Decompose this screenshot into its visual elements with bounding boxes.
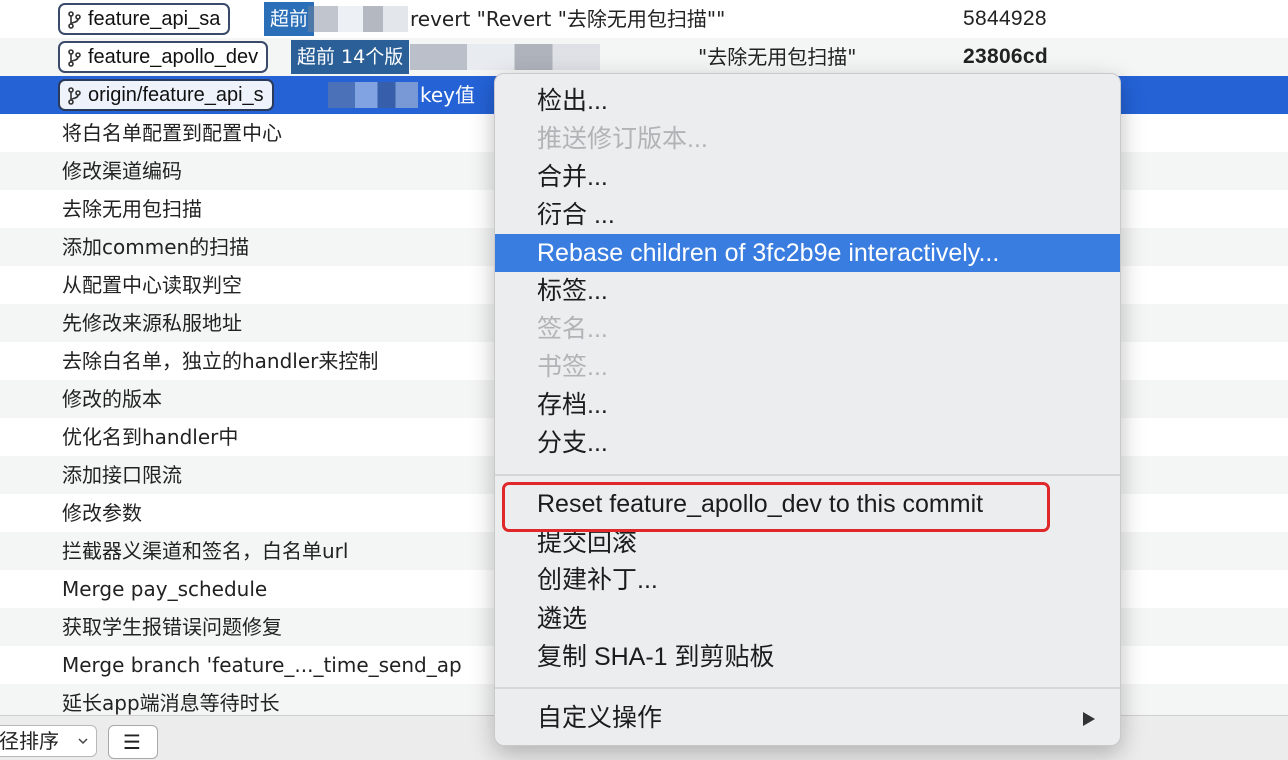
commit-row[interactable]: feature_api_sa 超前 revert "Revert "去除无用包扫…: [0, 0, 1288, 38]
menu-item-push-revision[interactable]: 推送修订版本...: [495, 120, 1120, 158]
menu-item-cherry-pick[interactable]: 遴选: [495, 600, 1120, 638]
branch-icon: [68, 87, 81, 105]
branch-label[interactable]: feature_api_sa: [58, 3, 231, 35]
commit-message: 添加commen的扫描: [62, 235, 250, 259]
menu-item-archive[interactable]: 存档...: [495, 386, 1120, 424]
sort-order-select[interactable]: 径排序: [0, 725, 97, 757]
menu-item-sign[interactable]: 签名...: [495, 310, 1120, 348]
commit-message: revert "Revert "去除无用包扫描"": [410, 7, 726, 31]
commit-message: 优化名到handler中: [62, 425, 239, 449]
menu-item-checkout[interactable]: 检出...: [495, 82, 1120, 120]
branch-name: feature_api_sa: [88, 8, 221, 30]
menu-item-bookmark[interactable]: 书签...: [495, 348, 1120, 386]
menu-item-copy-sha[interactable]: 复制 SHA-1 到剪贴板: [495, 638, 1120, 676]
blurred-region: [308, 6, 408, 32]
commit-message: 去除白名单，独立的handler来控制: [62, 349, 379, 373]
menu-item-merge[interactable]: 合并...: [495, 158, 1120, 196]
menu-separator: [495, 687, 1120, 689]
submenu-arrow-icon: [1083, 712, 1095, 726]
commit-message: 添加接口限流: [62, 463, 182, 487]
annotation-highlight-box: [502, 482, 1050, 532]
menu-item-tag[interactable]: 标签...: [495, 272, 1120, 310]
menu-item-custom-actions[interactable]: 自定义操作: [495, 699, 1120, 737]
context-menu: 检出... 推送修订版本... 合并... 衍合 ... Rebase chil…: [494, 73, 1121, 746]
commit-sha: 5844928: [963, 7, 1047, 30]
menu-item-rebase-children-interactive[interactable]: Rebase children of 3fc2b9e interactively…: [495, 234, 1120, 272]
menu-item-rebase[interactable]: 衍合 ...: [495, 196, 1120, 234]
list-view-button[interactable]: ☰: [108, 725, 158, 759]
commit-row[interactable]: feature_apollo_dev 超前 14个版 "去除无用包扫描" 238…: [0, 38, 1288, 76]
branch-icon: [68, 11, 81, 29]
commit-message: Merge branch 'feature_..._time_send_ap: [62, 653, 462, 677]
commit-message: Merge pay_schedule: [62, 577, 268, 601]
commit-message: 修改参数: [62, 501, 142, 525]
menu-item-branch[interactable]: 分支...: [495, 424, 1120, 462]
blurred-region: [410, 44, 600, 70]
blurred-region: [328, 82, 418, 108]
commit-message: 修改的版本: [62, 387, 162, 411]
ahead-tag: 超前 14个版: [291, 40, 410, 74]
commit-message: 将白名单配置到配置中心: [62, 121, 282, 145]
ahead-tag: 超前: [264, 2, 315, 36]
commit-message: 先修改来源私服地址: [62, 311, 242, 335]
sort-order-label: 径排序: [0, 729, 59, 753]
commit-message: 去除无用包扫描: [62, 197, 202, 221]
chevron-down-icon: [78, 738, 88, 745]
menu-item-custom-actions-label: 自定义操作: [537, 704, 663, 732]
menu-item-create-patch[interactable]: 创建补丁...: [495, 561, 1120, 599]
commit-message: 修改渠道编码: [62, 159, 182, 183]
commit-message: "去除无用包扫描": [698, 45, 857, 69]
commit-message: key值: [420, 83, 476, 107]
commit-message: 获取学生报错误问题修复: [62, 615, 282, 639]
branch-name: feature_apollo_dev: [88, 46, 259, 68]
branch-label[interactable]: origin/feature_api_s: [58, 79, 274, 111]
branch-name: origin/feature_api_s: [88, 84, 264, 106]
branch-label[interactable]: feature_apollo_dev: [58, 41, 269, 73]
list-icon: ☰: [123, 730, 141, 754]
commit-sha: 23806cd: [963, 45, 1049, 68]
commit-message: 从配置中心读取判空: [62, 273, 242, 297]
branch-icon: [68, 49, 81, 67]
commit-message: 拦截器义渠道和签名，白名单url: [62, 539, 349, 563]
menu-separator: [495, 474, 1120, 476]
